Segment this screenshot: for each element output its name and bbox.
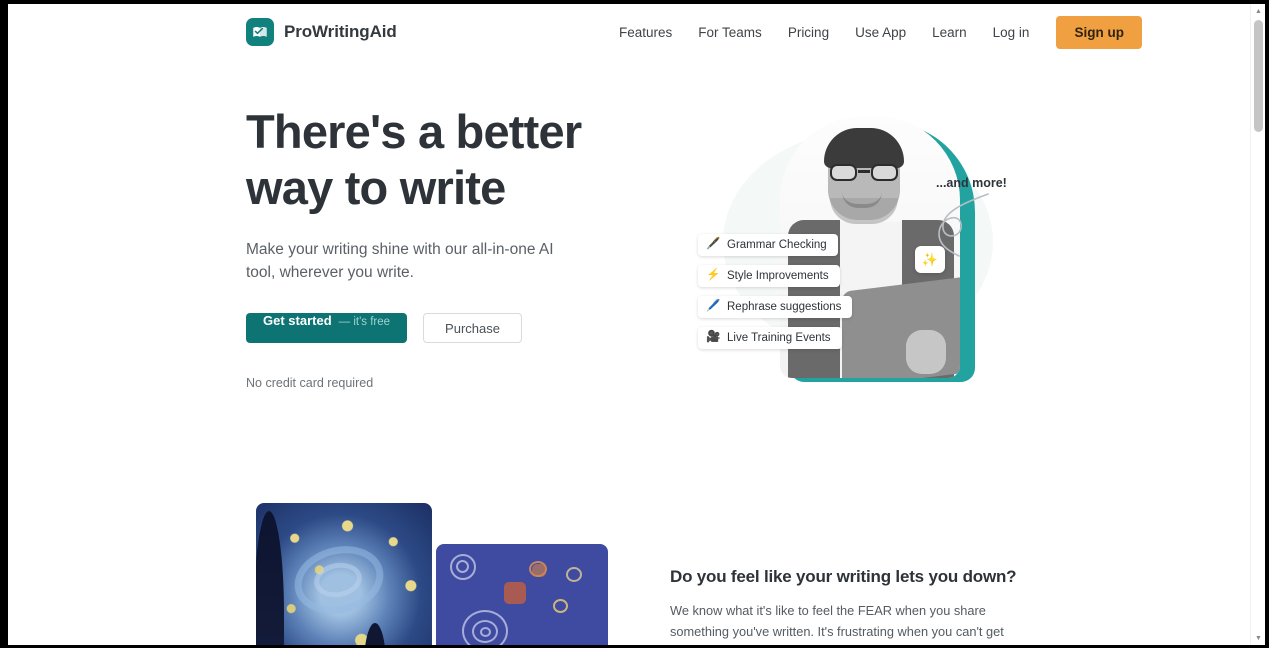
feature-chip-rephrase-suggestions[interactable]: 🖊️ Rephrase suggestions	[698, 296, 853, 318]
brand-logo[interactable]: ProWritingAid	[246, 18, 397, 46]
section2-illustration: My idea in my head	[256, 503, 608, 645]
nav-item-use-app[interactable]: Use App	[842, 19, 919, 46]
video-camera-icon: 🎥	[706, 331, 721, 344]
hero-illustration: ✨ ...and more! 🖋️ Grammar Checking ⚡ Sty…	[668, 104, 1028, 394]
section2-paragraph: We know what it's like to feel the FEAR …	[670, 603, 1004, 645]
cypress-shape	[256, 511, 284, 645]
scroll-down-arrow-icon[interactable]: ▼	[1251, 631, 1265, 645]
nav-item-for-teams[interactable]: For Teams	[685, 19, 775, 46]
hero-cta-group: Get started — it's free Purchase	[246, 313, 646, 343]
book-check-icon	[246, 18, 274, 46]
doodle-spiral	[456, 560, 469, 573]
hero-title: There's a better way to write	[246, 105, 582, 214]
no-credit-card-note: No credit card required	[246, 376, 374, 390]
get-started-button[interactable]: Get started — it's free	[246, 313, 408, 343]
feature-label: Grammar Checking	[727, 239, 827, 251]
feature-label: Rephrase suggestions	[727, 301, 842, 313]
feature-chip-style-improvements[interactable]: ⚡ Style Improvements	[698, 265, 840, 287]
page-viewport: ProWritingAid Features For Teams Pricing…	[8, 4, 1265, 645]
scroll-up-arrow-icon[interactable]: ▲	[1251, 4, 1265, 18]
doodle-blot	[504, 582, 526, 604]
vertical-scrollbar[interactable]: ▲ ▼	[1250, 4, 1265, 645]
get-started-label: Get started	[263, 313, 332, 328]
feature-chip-live-training-events[interactable]: 🎥 Live Training Events	[698, 327, 842, 349]
nav-item-log-in[interactable]: Log in	[980, 19, 1043, 46]
pen-icon: 🖋️	[706, 238, 721, 251]
purchase-button[interactable]: Purchase	[423, 313, 522, 343]
cypress-shape	[364, 623, 386, 645]
feature-chip-grammar-checking[interactable]: 🖋️ Grammar Checking	[698, 234, 838, 256]
magic-wand-icon: 🖊️	[706, 300, 721, 313]
doodle-drawing-card	[436, 544, 608, 645]
get-started-note: — it's free	[338, 316, 391, 328]
nav-item-learn[interactable]: Learn	[919, 19, 980, 46]
brand-name: ProWritingAid	[284, 22, 397, 41]
browser-frame: ProWritingAid Features For Teams Pricing…	[8, 4, 1265, 645]
scrollbar-thumb[interactable]	[1254, 20, 1263, 132]
doodle-spiral	[480, 627, 491, 637]
hero-text-block: There's a better way to write Make your …	[246, 104, 646, 390]
starry-night-card: My idea in my head	[256, 503, 432, 645]
nav-item-features[interactable]: Features	[606, 19, 685, 46]
doodle-spiral	[566, 567, 582, 582]
glasses-icon	[830, 164, 898, 181]
doodle-spiral	[553, 599, 568, 613]
squiggle-pointer-icon	[938, 193, 989, 257]
section2-heading: Do you feel like your writing lets you d…	[670, 567, 1017, 586]
sign-up-button[interactable]: Sign up	[1056, 15, 1142, 49]
feature-label: Live Training Events	[727, 332, 831, 344]
feature-chip-list: 🖋️ Grammar Checking ⚡ Style Improvements…	[698, 234, 853, 349]
hair-shape	[824, 128, 904, 168]
and-more-label: ...and more!	[936, 176, 1007, 190]
site-header: ProWritingAid Features For Teams Pricing…	[8, 4, 1250, 60]
feature-label: Style Improvements	[727, 270, 829, 282]
nav-item-pricing[interactable]: Pricing	[775, 19, 842, 46]
doodle-blot	[532, 564, 546, 577]
section2-text-block: Do you feel like your writing lets you d…	[670, 567, 1020, 645]
hand-shape	[906, 330, 946, 374]
hero-subtitle: Make your writing shine with our all-in-…	[246, 241, 554, 281]
lightning-icon: ⚡	[706, 269, 721, 282]
main-navigation: Features For Teams Pricing Use App Learn…	[606, 15, 1142, 49]
